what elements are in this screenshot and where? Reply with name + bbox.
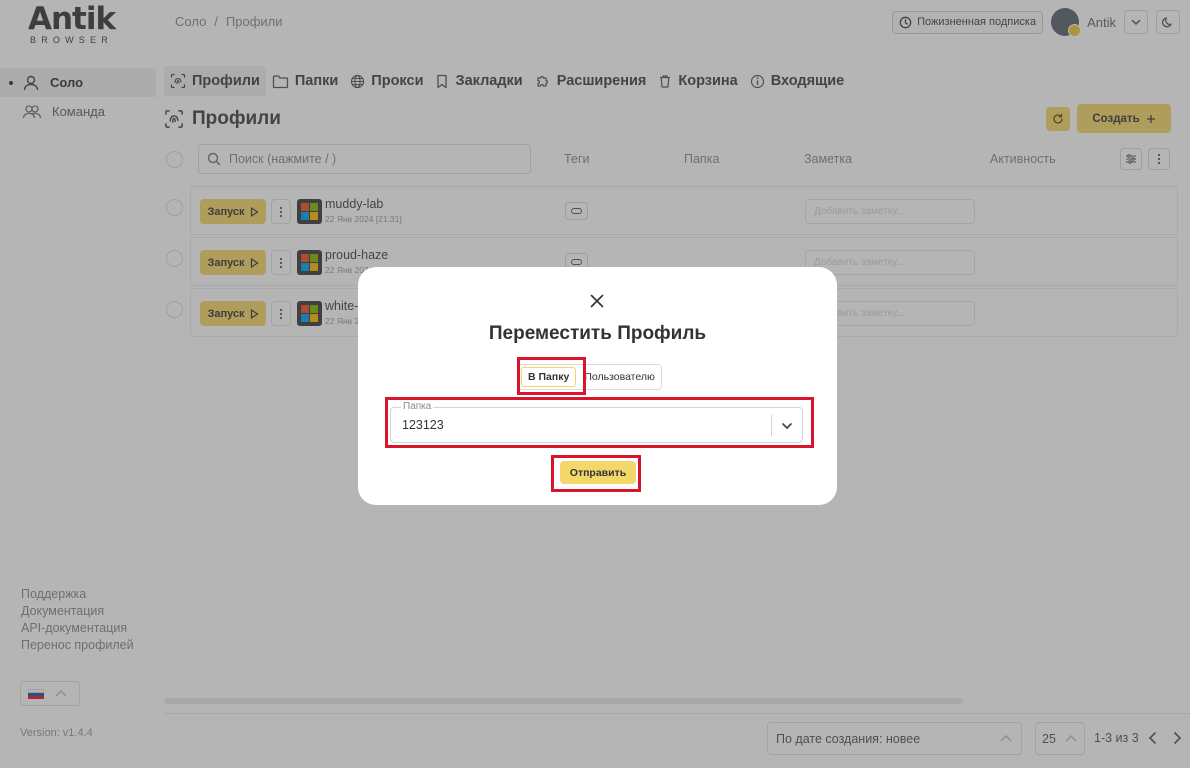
select-divider (771, 415, 772, 436)
move-profile-dialog: Переместить Профиль В Папку Пользователю… (358, 267, 837, 505)
dialog-title: Переместить Профиль (488, 323, 707, 344)
folder-select[interactable]: Папка 123123 (390, 401, 803, 443)
folder-select-value: 123123 (402, 418, 444, 432)
tab-to-folder[interactable]: В Папку (521, 367, 577, 387)
chevron-down-icon[interactable] (780, 419, 794, 433)
tab-to-user[interactable]: Пользователю (578, 365, 661, 389)
folder-select-label: Папка (401, 401, 434, 412)
move-target-toggle: В Папку Пользователю (518, 364, 662, 390)
close-icon[interactable] (589, 293, 605, 309)
submit-button[interactable]: Отправить (560, 461, 636, 484)
